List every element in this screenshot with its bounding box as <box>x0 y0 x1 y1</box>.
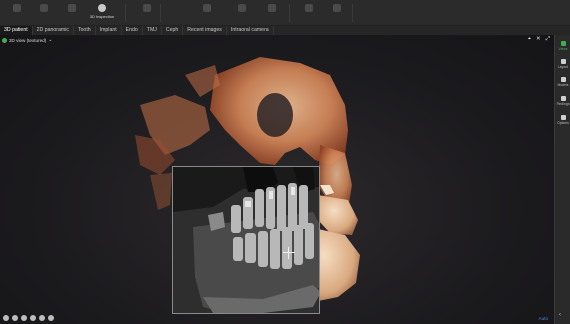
help-icon <box>333 4 341 12</box>
viewport-tools: ⌖ ✕ ⤢ <box>528 36 550 43</box>
screenshot-button[interactable] <box>130 2 164 24</box>
chevron-down-icon[interactable]: ⌄ <box>48 37 52 43</box>
help-button[interactable] <box>320 2 354 24</box>
ct-slice-inset[interactable] <box>172 166 320 314</box>
measure-button[interactable] <box>190 2 224 24</box>
toolbar-divider <box>125 4 126 22</box>
module-tabs: 3D patient 2D panoramic Tooth Implant En… <box>0 26 570 35</box>
lock-icon[interactable] <box>48 315 54 321</box>
crosshair-horizontal <box>283 252 295 253</box>
tab-tmj[interactable]: TMJ <box>143 26 162 35</box>
visibility-dot-icon <box>2 37 7 43</box>
expand-icon[interactable]: ⤢ <box>546 36 550 43</box>
options-icon <box>560 115 566 120</box>
right-sidebar: Views Layout Models Findings Options ‹ <box>554 35 570 324</box>
export-button[interactable] <box>55 2 89 24</box>
measure-icon <box>203 4 211 12</box>
view-orientation-toolbar <box>3 315 54 321</box>
sidebar-item-models[interactable]: Models <box>555 77 570 87</box>
view-bottom-icon[interactable] <box>39 315 45 321</box>
file-icon <box>13 4 21 12</box>
viewport-header[interactable]: 3D view (textured) ⌄ <box>2 36 52 44</box>
settings-icon <box>305 4 313 12</box>
tab-3d-patient[interactable]: 3D patient <box>0 26 33 35</box>
main-toolbar: 3D Inspection <box>0 0 570 26</box>
tab-endo[interactable]: Endo <box>122 26 143 35</box>
view-top-icon[interactable] <box>30 315 36 321</box>
inspection-button[interactable]: 3D Inspection <box>85 2 119 24</box>
view-right-icon[interactable] <box>21 315 27 321</box>
sidebar-item-options[interactable]: Options <box>555 115 570 125</box>
toolbar-divider <box>352 4 353 22</box>
pin-icon[interactable]: ⌖ <box>528 36 531 43</box>
close-icon[interactable]: ✕ <box>536 36 541 43</box>
tab-recent-images[interactable]: Recent images <box>183 26 227 35</box>
sidebar-item-layout[interactable]: Layout <box>555 59 570 69</box>
annotation-icon <box>238 4 246 12</box>
annotation-button[interactable] <box>225 2 259 24</box>
findings-icon <box>560 96 566 101</box>
inspection-icon <box>98 4 106 12</box>
sidebar-item-views[interactable]: Views <box>555 41 570 51</box>
toolbar-divider <box>160 4 161 22</box>
view-left-icon[interactable] <box>12 315 18 321</box>
layers-icon <box>268 4 276 12</box>
3d-viewport[interactable]: 3D view (textured) ⌄ ⌖ ✕ ⤢ Auto <box>0 35 554 324</box>
tab-intraoral-camera[interactable]: Intraoral camera <box>227 26 274 35</box>
toolbar-divider <box>289 4 290 22</box>
layout-icon <box>560 59 566 64</box>
tab-implant[interactable]: Implant <box>96 26 122 35</box>
view-front-icon[interactable] <box>3 315 9 321</box>
tab-ceph[interactable]: Ceph <box>162 26 184 35</box>
viewport-title: 3D view (textured) <box>9 37 47 43</box>
ct-slice-image <box>173 167 319 313</box>
layers-button[interactable] <box>255 2 289 24</box>
screenshot-icon <box>143 4 151 12</box>
tab-tooth[interactable]: Tooth <box>74 26 96 35</box>
tab-2d-panoramic[interactable]: 2D panoramic <box>33 26 74 35</box>
auto-fit-link[interactable]: Auto <box>539 316 548 321</box>
collapse-sidebar-icon[interactable]: ‹ <box>559 312 561 318</box>
print-icon <box>40 4 48 12</box>
sidebar-item-findings[interactable]: Findings <box>555 96 570 106</box>
export-icon <box>68 4 76 12</box>
views-icon <box>560 41 566 46</box>
models-icon <box>560 77 566 82</box>
crosshair-vertical <box>288 247 289 259</box>
